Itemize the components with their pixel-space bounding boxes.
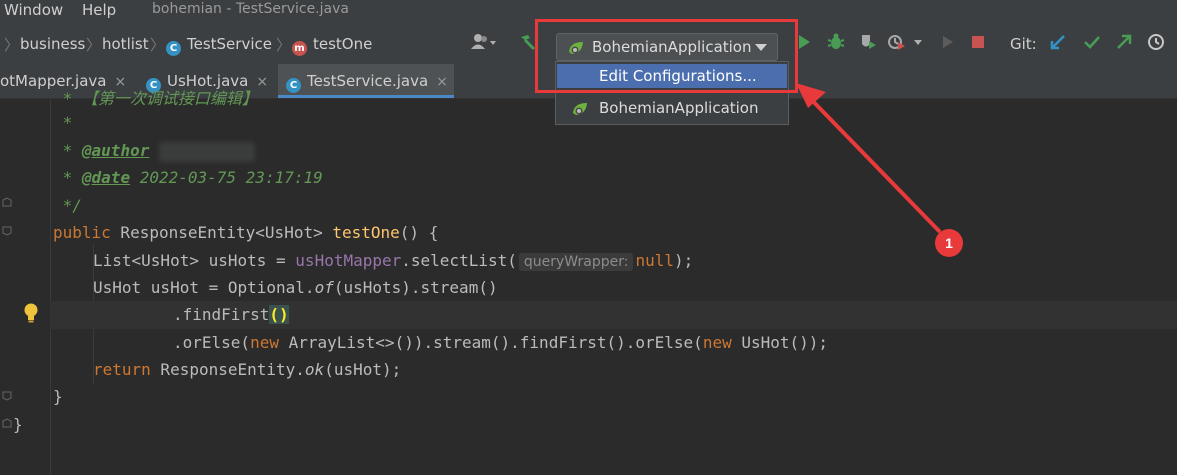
annotation-arrow-icon: [796, 83, 942, 234]
annotation-badge: 1: [935, 229, 963, 257]
